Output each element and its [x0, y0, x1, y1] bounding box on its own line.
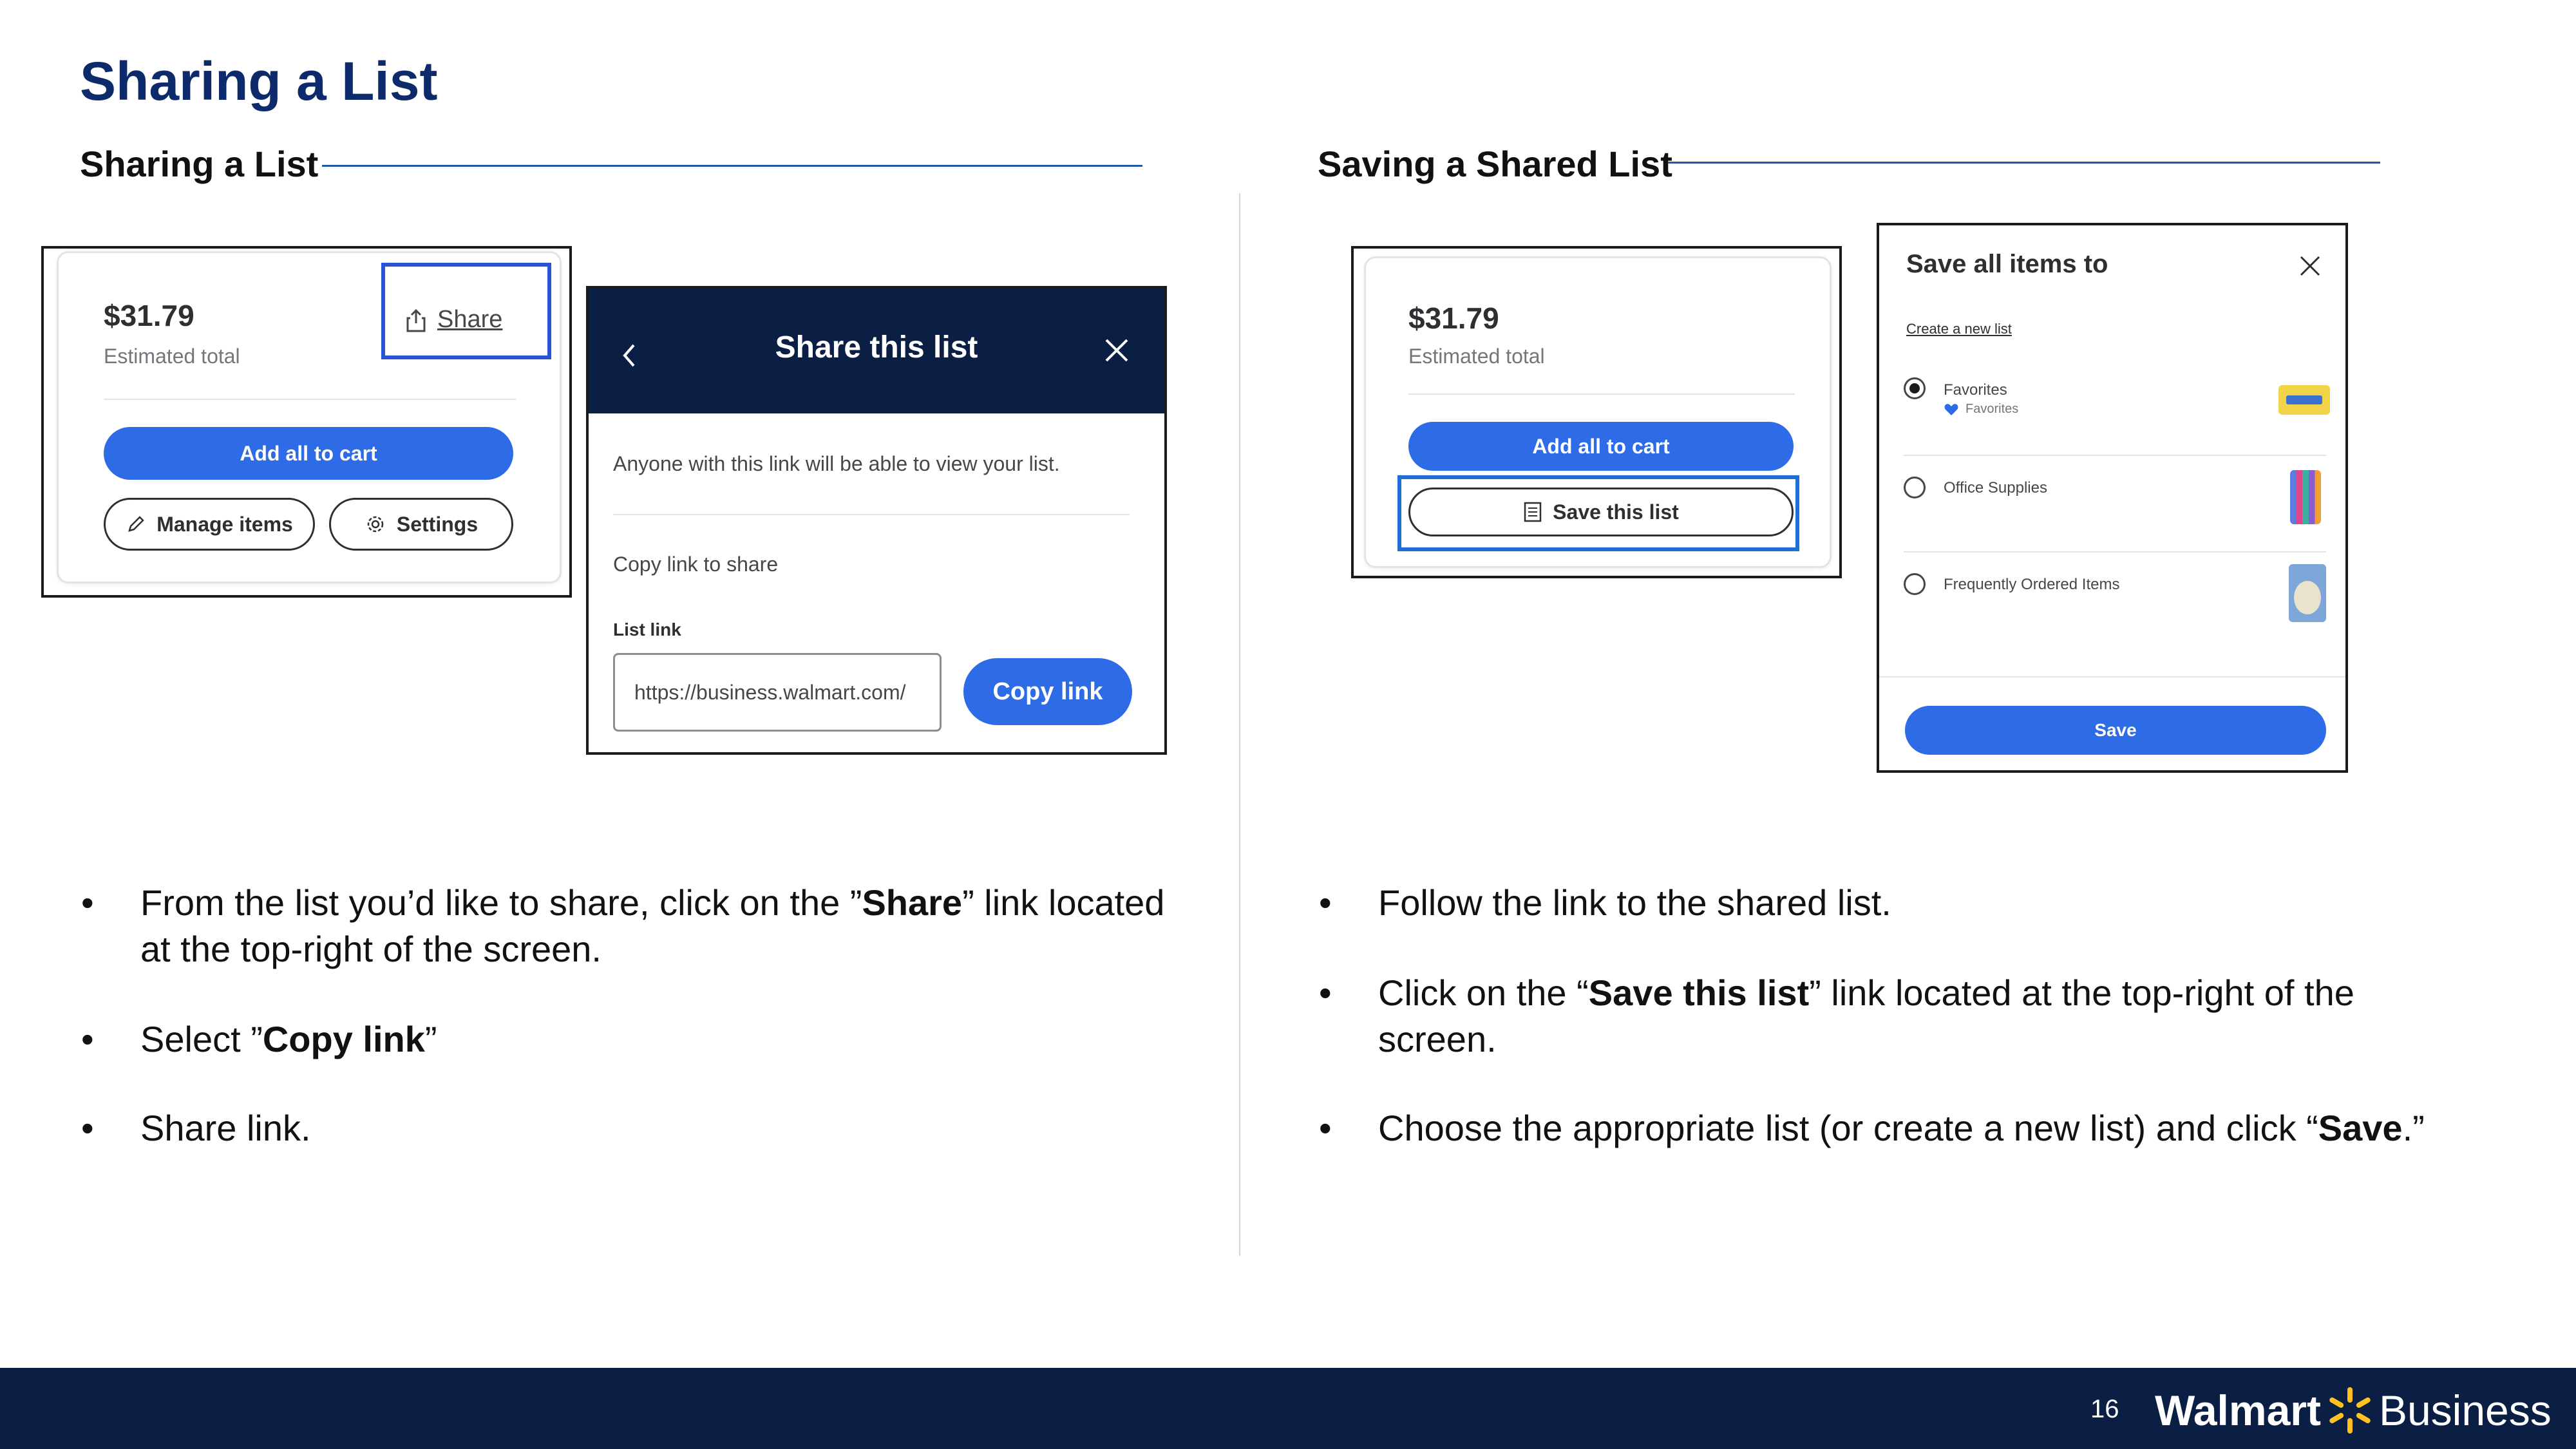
bullet-bold: Save this list	[1588, 972, 1810, 1013]
save-button[interactable]: Save	[1905, 706, 2326, 755]
spark-icon	[2329, 1387, 2371, 1434]
option-label: Frequently Ordered Items	[1944, 576, 2120, 593]
modal-footer-divider	[1879, 676, 2345, 677]
option-divider	[1904, 455, 2326, 456]
bullet-dot: •	[1319, 972, 1332, 1013]
shared-estimated-total-price: $31.79	[1408, 301, 1499, 335]
share-modal-description: Anyone with this link will be able to vi…	[613, 452, 1060, 475]
right-bullet-2: • Click on the “Save this list” link loc…	[1319, 970, 2354, 1063]
bullet-text: Click on the “	[1378, 972, 1589, 1013]
bullet-text: Share link.	[140, 1108, 311, 1148]
estimated-total-price: $31.79	[104, 299, 194, 332]
share-modal-screenshot: Share this list Anyone with this link wi…	[586, 286, 1167, 755]
copy-link-prompt: Copy link to share	[613, 553, 779, 576]
bullet-text: ”	[424, 1019, 437, 1059]
left-section-heading: Sharing a List	[80, 144, 319, 184]
page-number: 16	[2090, 1395, 2119, 1423]
settings-label: Settings	[396, 512, 478, 536]
bullet-text: Follow the link to the shared list.	[1378, 882, 1891, 923]
save-list-highlight-box	[1397, 475, 1799, 551]
favorites-thumbnail	[2278, 385, 2330, 415]
heart-icon	[1944, 403, 1958, 415]
bullet-dot: •	[1319, 882, 1332, 923]
option-label: Favorites	[1944, 381, 2007, 399]
office-supplies-thumbnail	[2290, 470, 2321, 524]
option-label: Office Supplies	[1944, 479, 2047, 497]
radio-frequently-ordered[interactable]	[1904, 573, 1926, 595]
right-bullet-1: • Follow the link to the shared list.	[1319, 880, 1891, 926]
close-icon[interactable]	[1104, 337, 1130, 363]
create-new-list-link[interactable]: Create a new list	[1906, 321, 2012, 337]
shared-add-all-to-cart-button[interactable]: Add all to cart	[1408, 422, 1794, 471]
bullet-text: From the list you’d like to share, click…	[140, 882, 862, 923]
radio-office-supplies[interactable]	[1904, 477, 1926, 498]
list-option-frequently-ordered[interactable]: Frequently Ordered Items	[1904, 564, 2329, 638]
copy-link-button[interactable]: Copy link	[963, 658, 1132, 725]
bullet-dot: •	[81, 1019, 94, 1059]
card-divider	[104, 399, 516, 400]
save-modal-close-icon[interactable]	[2299, 255, 2321, 277]
share-modal-title: Share this list	[775, 330, 978, 365]
bullet-dot: •	[81, 882, 94, 923]
share-modal-header: Share this list	[589, 289, 1164, 413]
save-modal-screenshot: Save all items to Create a new list Favo…	[1877, 223, 2348, 773]
bullet-text: ” link located	[962, 882, 1165, 923]
page-title: Sharing a List	[80, 51, 438, 111]
manage-items-label: Manage items	[156, 512, 293, 536]
bullet-bold: Save	[2318, 1108, 2403, 1148]
footer-bar: 16 Walmart Business	[0, 1368, 2576, 1449]
bullet-text: ” link located at the top-right of the	[1809, 972, 2354, 1013]
walmart-business-logo: Walmart Business	[2155, 1385, 2552, 1436]
share-highlight-box	[381, 263, 551, 359]
shared-estimated-total-label: Estimated total	[1408, 345, 1545, 368]
save-modal-title: Save all items to	[1906, 250, 2108, 278]
bullet-text: .”	[2402, 1108, 2425, 1148]
left-heading-rule	[322, 165, 1142, 167]
bullet-bold: Share	[862, 882, 963, 923]
list-link-input[interactable]: https://business.walmart.com/	[613, 653, 942, 732]
estimated-total-label: Estimated total	[104, 345, 240, 368]
column-divider	[1239, 193, 1240, 1256]
list-link-label: List link	[613, 620, 681, 639]
modal-divider	[613, 514, 1130, 515]
list-option-office-supplies[interactable]: Office Supplies	[1904, 470, 2329, 541]
option-sublabel-row: Favorites	[1944, 402, 2018, 417]
right-heading-rule	[1668, 162, 2380, 164]
pencil-icon	[128, 516, 144, 532]
bullet-text-line2: screen.	[1378, 1019, 1497, 1059]
bullet-text-line2: at the top-right of the screen.	[140, 929, 601, 969]
bullet-text: Select ”	[140, 1019, 263, 1059]
right-bullet-3: • Choose the appropriate list (or create…	[1319, 1105, 2425, 1151]
option-sublabel: Favorites	[1965, 402, 2019, 416]
right-section-heading: Saving a Shared List	[1318, 144, 1672, 184]
option-divider	[1904, 551, 2326, 553]
settings-button[interactable]: Settings	[329, 498, 513, 551]
frequently-ordered-thumbnail	[2289, 564, 2326, 622]
left-bullet-1: • From the list you’d like to share, cli…	[81, 880, 1165, 972]
brand-wordmark: Walmart	[2155, 1387, 2321, 1434]
list-option-favorites[interactable]: Favorites Favorites	[1904, 377, 2330, 442]
left-bullet-2: • Select ”Copy link”	[81, 1016, 437, 1063]
bullet-dot: •	[1319, 1108, 1332, 1148]
bullet-text: Choose the appropriate list (or create a…	[1378, 1108, 2318, 1148]
left-bullet-3: • Share link.	[81, 1105, 311, 1151]
bullet-dot: •	[81, 1108, 94, 1148]
add-all-to-cart-button[interactable]: Add all to cart	[104, 427, 513, 480]
gear-icon	[367, 516, 384, 533]
bullet-bold: Copy link	[262, 1019, 425, 1059]
manage-items-button[interactable]: Manage items	[104, 498, 315, 551]
shared-card-divider	[1408, 393, 1795, 395]
radio-favorites[interactable]	[1904, 377, 1926, 399]
brand-business: Business	[2378, 1387, 2552, 1434]
